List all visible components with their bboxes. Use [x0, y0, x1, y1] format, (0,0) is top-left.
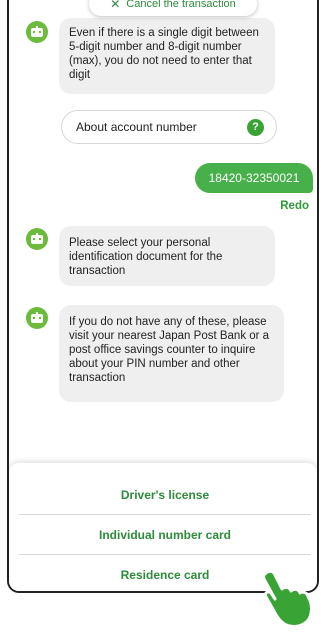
user-reply-text: 18420-32350021 — [208, 171, 300, 185]
help-icon: ? — [247, 118, 264, 136]
message-text: If you do not have any of these, please … — [69, 316, 270, 384]
bot-message: If you do not have any of these, please … — [59, 305, 284, 402]
account-button-label: About account number — [76, 120, 197, 134]
chat-screen: ✕ Cancel the transaction Even if there i… — [7, 0, 319, 593]
bot-message: Even if there is a single digit between … — [59, 18, 275, 94]
pointing-hand-icon — [258, 567, 320, 634]
option-drivers-license[interactable]: Driver's license — [19, 475, 311, 515]
option-individual-number-card[interactable]: Individual number card — [19, 515, 311, 555]
message-text: Please select your personal identificati… — [69, 237, 223, 277]
bot-avatar-icon — [26, 228, 48, 250]
bot-avatar-icon — [26, 307, 48, 329]
close-icon: ✕ — [110, 0, 121, 11]
bot-avatar-icon — [26, 21, 48, 43]
cancel-transaction-button[interactable]: ✕ Cancel the transaction — [89, 0, 257, 16]
message-text: Even if there is a single digit between … — [69, 27, 259, 81]
bot-message: Please select your personal identificati… — [59, 226, 275, 286]
user-reply-bubble: 18420-32350021 — [195, 163, 313, 193]
about-account-number-button[interactable]: About account number ? — [61, 110, 277, 144]
cancel-label: Cancel the transaction — [126, 0, 236, 10]
redo-link[interactable]: Redo — [280, 200, 309, 212]
